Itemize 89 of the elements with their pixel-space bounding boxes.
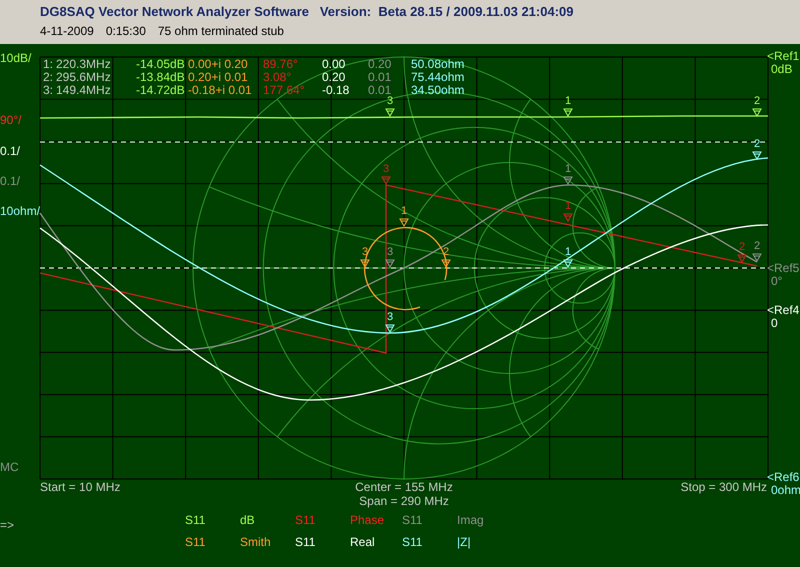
marker-number-label: 2: [43, 71, 54, 84]
marker-number: 1 [564, 96, 572, 107]
triangle-marker-icon [399, 218, 409, 227]
legend-format: Phase [350, 514, 384, 527]
legend-parameter: S11 [185, 514, 206, 527]
marker-number: 2 [738, 242, 746, 253]
scale-label: 90°/ [0, 114, 22, 127]
marker-smith-value: -0.18+i 0.01 [188, 84, 252, 97]
marker-real-value: 0.20 [322, 71, 346, 84]
scale-label: 0.1/ [0, 145, 20, 158]
reference-label: <Ref5 [767, 262, 800, 275]
marker-frequency: 149.4MHz [56, 84, 111, 97]
marker-number-label: 3: [43, 84, 54, 97]
measurement-time: 0:15:30 [106, 23, 146, 39]
marker-smith-value: 0.20+i 0.01 [188, 71, 248, 84]
scale-label: 10ohm/ [0, 205, 40, 218]
legend-format: Smith [240, 536, 271, 549]
marker-number: 3 [386, 247, 394, 258]
marker-smith-value: 0.00+i 0.20 [188, 58, 248, 71]
marker-phase-value: 89.76° [263, 58, 298, 71]
marker-real-value: 0.00 [322, 58, 346, 71]
window-title: DG8SAQ Vector Network Analyzer Software Version: Beta 28.15 / 2009.11.03 21:04:09 [40, 4, 574, 20]
marker-phase-value: 3.08° [263, 71, 292, 84]
triangle-marker-icon [563, 176, 573, 185]
reference-value: 0° [771, 275, 782, 288]
marker-number-label: 1: [43, 58, 54, 71]
triangle-marker-icon [563, 259, 573, 268]
marker-number: 1 [400, 206, 408, 217]
legend-format: Imag [457, 514, 484, 527]
marker-number: 1 [564, 247, 572, 258]
mode-label: MC [0, 461, 19, 474]
measurement-date: 4-11-2009 [40, 23, 94, 39]
marker-frequency: 220.3MHz [56, 58, 111, 71]
cursor-indicator: => [0, 519, 14, 532]
marker-impedance-value: 50.08ohm [411, 58, 464, 71]
marker-imag-value: 0.01 [368, 84, 392, 97]
marker-number: 1 [564, 164, 572, 175]
marker-number: 2 [752, 241, 762, 252]
marker-number: 2 [442, 247, 450, 258]
marker-impedance-value: 75.44ohm [411, 71, 464, 84]
reference-value: 0dB [771, 63, 792, 76]
legend-parameter: S11 [295, 514, 316, 527]
marker-db-value: -14.72dB [136, 84, 185, 97]
legend-parameter: S11 [402, 536, 422, 549]
reference-label: <Ref4 [767, 304, 800, 317]
reference-value: 0ohm [771, 484, 800, 497]
scale-label: 0.1/ [0, 175, 20, 188]
marker-number: 3 [360, 247, 370, 258]
span-frequency: Span = 290 MHz [359, 495, 449, 508]
marker-phase-value: 177.64° [263, 84, 305, 97]
triangle-marker-icon [563, 108, 573, 117]
marker-db-value: -13.84dB [136, 71, 185, 84]
measurement-description: 75 ohm terminated stub [158, 23, 284, 39]
triangle-marker-icon [752, 108, 762, 117]
legend-parameter: S11 [295, 536, 316, 549]
reference-label: <Ref6 [767, 471, 800, 484]
triangle-marker-icon [385, 108, 395, 117]
triangle-marker-icon [360, 259, 370, 268]
triangle-marker-icon [752, 151, 762, 160]
marker-real-value: -0.18 [322, 84, 350, 97]
triangle-marker-icon [737, 254, 747, 263]
legend-format: Real [350, 536, 375, 549]
scale-label: 10dB/ [0, 52, 32, 65]
legend-format: dB [240, 514, 255, 527]
triangle-marker-icon [563, 213, 573, 222]
center-frequency: Center = 155 MHz [355, 481, 453, 494]
legend-parameter: S11 [402, 514, 422, 527]
marker-imag-value: 0.20 [368, 58, 392, 71]
triangle-marker-icon [441, 259, 451, 268]
stop-frequency: Stop = 300 MHz [680, 481, 767, 494]
triangle-marker-icon [385, 324, 395, 333]
marker-imag-value: 0.01 [368, 71, 392, 84]
reference-label: <Ref1 [767, 50, 800, 63]
marker-number: 2 [752, 96, 762, 107]
start-frequency: Start = 10 MHz [40, 481, 120, 494]
triangle-marker-icon [381, 176, 391, 185]
marker-frequency: 295.6MHz [56, 71, 111, 84]
marker-number: 3 [382, 164, 390, 175]
legend-parameter: S11 [185, 536, 206, 549]
triangle-marker-icon [385, 259, 395, 268]
marker-number: 3 [386, 96, 394, 107]
marker-number: 2 [752, 139, 762, 150]
reference-value: 0 [771, 317, 778, 330]
marker-number: 1 [564, 201, 572, 212]
marker-impedance-value: 34.50ohm [411, 84, 464, 97]
legend-format: |Z| [457, 536, 471, 549]
triangle-marker-icon [752, 253, 762, 262]
marker-number: 3 [386, 312, 394, 323]
marker-db-value: -14.05dB [136, 58, 185, 71]
